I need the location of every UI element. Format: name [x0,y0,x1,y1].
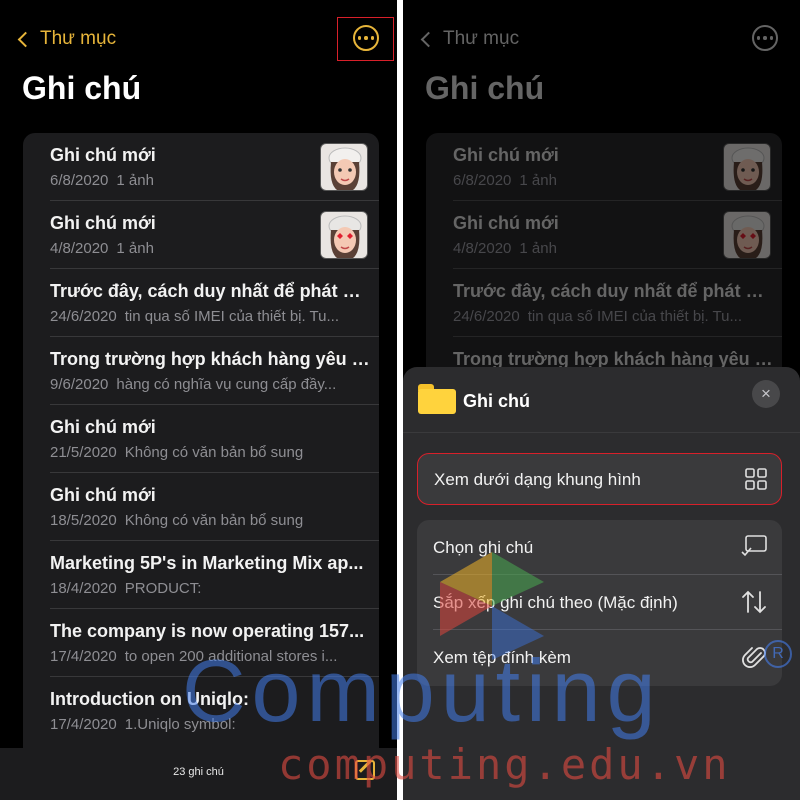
note-preview: tin qua số IMEI của thiết bị. Tu... [124,308,340,325]
note-meta: 9/6/2020 hàng có nghĩa vụ cung cấp đầy... [50,376,370,393]
note-date: 18/5/2020 [50,512,117,529]
note-meta: 18/4/2020 PRODUCT: [50,580,370,597]
note-preview: 1 ảnh [116,240,154,257]
note-title: Ghi chú mới [50,213,156,233]
note-title: Marketing 5P's in Marketing Mix ap... [50,553,364,573]
select-icon [740,534,768,563]
note-preview: 1.Uniqlo symbol: [124,716,236,733]
note-title: Introduction on Uniqlo: [50,689,249,709]
note-preview: Không có văn bản bổ sung [124,512,304,529]
view-attachments-label: Xem tệp đính kèm [433,648,571,667]
note-thumbnail [320,143,368,191]
note-date: 24/6/2020 [50,308,117,325]
note-title: Ghi chú mới [50,485,156,505]
note-preview: 1 ảnh [116,172,154,189]
note-title: The company is now operating 157... [50,621,365,641]
note-date: 9/6/2020 [50,376,109,393]
notes-count: 23 ghi chú [173,766,224,778]
note-meta: 18/5/2020 Không có văn bản bổ sung [50,512,370,529]
note-date: 18/4/2020 [50,580,117,597]
note-title: Trong trường hợp khách hàng yêu c... [50,349,370,369]
sheet-title: Ghi chú [463,391,530,411]
note-title: Ghi chú mới [50,417,156,437]
note-preview: PRODUCT: [124,580,202,597]
view-attachments-item[interactable]: Xem tệp đính kèm [417,630,782,685]
note-title: Ghi chú mới [50,145,156,165]
note-meta: 24/6/2020 tin qua số IMEI của thiết bị. T… [50,308,370,325]
paperclip-icon [742,644,768,675]
sort-icon [740,589,768,620]
memoji-icon [328,147,362,190]
highlight-box [337,17,394,61]
sort-notes-item[interactable]: Sắp xếp ghi chú theo (Mặc định) [417,575,782,630]
note-row[interactable]: Ghi chú mới 6/8/2020 1 ảnh [23,133,379,201]
note-row[interactable]: Trong trường hợp khách hàng yêu c... 9/6/… [23,337,379,405]
back-button[interactable]: Thư mục [14,24,116,54]
note-date: 17/4/2020 [50,648,117,665]
select-notes-label: Chọn ghi chú [433,538,534,557]
note-row[interactable]: Ghi chú mới 18/5/2020 Không có văn bản bổ … [23,473,379,541]
select-notes-item[interactable]: Chọn ghi chú [417,520,782,575]
bottom-toolbar [403,748,800,800]
memoji-icon [328,215,362,258]
note-title: Trước đây, cách duy nhất để phát hi... [50,281,370,301]
back-label: Thư mục [40,28,117,49]
close-icon[interactable]: × [752,380,780,408]
view-as-gallery-button[interactable]: Xem dưới dạng khung hình [417,453,782,505]
notes-list: Ghi chú mới 6/8/2020 1 ảnh Ghi chú mới 4/8/2… [23,133,379,773]
note-date: 17/4/2020 [50,716,117,733]
note-row[interactable]: Ghi chú mới 4/8/2020 1 ảnh [23,201,379,269]
folder-icon [418,384,456,414]
sheet-header: Ghi chú × [403,367,800,433]
notes-list-screen: Thư mục Ghi chú Ghi chú mới 6/8/2020 1 ảnh… [0,0,397,800]
note-thumbnail [320,211,368,259]
note-row[interactable]: The company is now operating 157... 17/4/… [23,609,379,677]
note-row[interactable]: Introduction on Uniqlo: 17/4/2020 1.Uniqlo… [23,677,379,745]
compose-icon[interactable] [355,760,375,780]
note-date: 4/8/2020 [50,240,109,257]
note-row[interactable]: Ghi chú mới 21/5/2020 Không có văn bản bổ … [23,405,379,473]
note-meta: 21/5/2020 Không có văn bản bổ sung [50,444,370,461]
note-date: 21/5/2020 [50,444,117,461]
note-meta: 17/4/2020 1.Uniqlo symbol: [50,716,370,733]
note-preview: to open 200 additional stores i... [124,648,338,665]
sort-notes-label: Sắp xếp ghi chú theo (Mặc định) [433,593,678,612]
note-date: 6/8/2020 [50,172,109,189]
note-row[interactable]: Marketing 5P's in Marketing Mix ap... 18/… [23,541,379,609]
bottom-toolbar: 23 ghi chú [0,748,397,800]
note-preview: hàng có nghĩa vụ cung cấp đầy... [116,376,337,393]
options-group: Chọn ghi chú Sắp xếp ghi chú theo (Mặc đ… [417,520,782,686]
options-sheet: Ghi chú × Xem dưới dạng khung hình Chọn … [403,367,800,800]
notes-options-screen: Thư mục Ghi chú Ghi chú mới 6/8/2020 1 ảnh… [403,0,800,800]
grid-icon [745,468,767,495]
note-preview: Không có văn bản bổ sung [124,444,304,461]
note-row[interactable]: Trước đây, cách duy nhất để phát hi... 24… [23,269,379,337]
note-meta: 17/4/2020 to open 200 additional stores i… [50,648,370,665]
chevron-left-icon [17,31,34,47]
view-as-gallery-label: Xem dưới dạng khung hình [434,470,641,489]
page-title: Ghi chú [22,70,142,106]
